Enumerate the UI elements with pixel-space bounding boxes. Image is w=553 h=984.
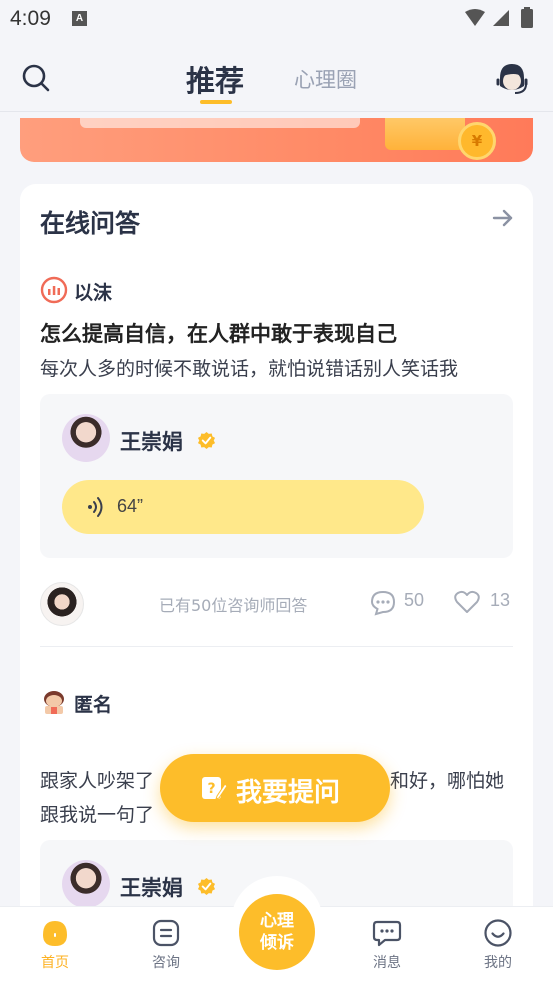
edit-question-icon: ? — [202, 777, 228, 800]
nav-messages-label: 消息 — [373, 955, 401, 971]
svg-text:?: ? — [207, 781, 215, 797]
search-icon[interactable] — [20, 62, 52, 94]
comment-icon[interactable] — [370, 590, 396, 616]
comment-count: 50 — [404, 590, 425, 610]
verified-badge-icon — [197, 431, 216, 450]
banner-text-fragment — [80, 118, 360, 128]
anonymous-mask-icon — [44, 691, 64, 714]
nav-consult[interactable]: 咨询 — [136, 918, 196, 972]
nav-confide-line1: 心理 — [260, 911, 294, 931]
answer-box[interactable]: 王崇娟 64” — [40, 394, 513, 558]
question-meta-row: 已有50位咨询师回答 50 13 — [40, 580, 513, 628]
home-icon — [43, 921, 67, 946]
heart-icon[interactable] — [454, 590, 480, 614]
tab-psych-circle[interactable]: 心理圈 — [294, 64, 357, 94]
counselor-name: 王崇娟 — [120, 430, 183, 454]
question-user-name: 匿名 — [74, 694, 113, 716]
nav-confide-button[interactable]: 心理 倾诉 — [239, 894, 315, 970]
like-count: 13 — [490, 590, 511, 610]
nav-home[interactable]: 首页 — [25, 918, 85, 972]
question-description-line2[interactable]: 跟我说一句了 — [40, 800, 154, 827]
counselor-avatar[interactable] — [62, 860, 110, 908]
question-description[interactable]: 每次人多的时候不敢说话，就怕说错话别人笑话我 — [40, 354, 458, 381]
question-title[interactable]: 怎么提高自信，在人群中敢于表现自己 — [40, 318, 397, 348]
nav-home-label: 首页 — [41, 955, 69, 971]
nav-consult-label: 咨询 — [152, 955, 180, 971]
voice-duration: 64” — [117, 496, 144, 516]
ask-question-button[interactable]: ? 我要提问 — [160, 754, 390, 822]
notification-icon: A — [72, 11, 87, 26]
gift-box-icon — [385, 118, 465, 150]
question-description-tail[interactable]: 和好，哪怕她 — [390, 766, 504, 793]
top-header: 推荐 心理圈 — [0, 40, 553, 112]
counselor-name: 王崇娟 — [120, 876, 183, 900]
voice-wave-icon — [88, 497, 103, 517]
verified-badge-icon — [197, 877, 216, 896]
customer-service-icon[interactable] — [495, 60, 529, 96]
profile-icon — [484, 919, 512, 947]
consult-icon — [152, 919, 180, 947]
status-bar: 4:09 A — [0, 0, 553, 40]
arrow-right-icon[interactable] — [491, 206, 515, 230]
voice-answer-player[interactable]: 64” — [62, 480, 424, 534]
online-qa-card: 在线问答 以沫 怎么提高自信，在人群中敢于表现自己 每次人多的时候不敢说话，就怕… — [20, 184, 533, 944]
tab-active-indicator — [200, 100, 232, 104]
promo-banner[interactable]: ¥ — [20, 118, 533, 162]
answer-count: 已有50位咨询师回答 — [159, 596, 308, 615]
item-divider — [40, 646, 513, 647]
nav-confide-line2: 倾诉 — [260, 933, 294, 953]
coin-icon: ¥ — [458, 122, 496, 160]
counselor-avatar[interactable] — [62, 414, 110, 462]
nav-messages[interactable]: 消息 — [357, 918, 417, 972]
ask-question-label: 我要提问 — [236, 778, 341, 808]
tab-recommend[interactable]: 推荐 — [186, 58, 244, 100]
responder-avatar[interactable] — [40, 582, 84, 626]
status-time: 4:09 — [10, 7, 51, 30]
user-badge-icon — [40, 276, 68, 304]
nav-profile-label: 我的 — [484, 955, 512, 971]
message-icon — [372, 920, 402, 947]
question-user-name: 以沫 — [74, 282, 113, 304]
question-description[interactable]: 跟家人吵架了 — [40, 766, 154, 793]
signal-battery-icons — [465, 7, 533, 28]
nav-profile[interactable]: 我的 — [468, 918, 528, 972]
card-title: 在线问答 — [40, 209, 141, 238]
